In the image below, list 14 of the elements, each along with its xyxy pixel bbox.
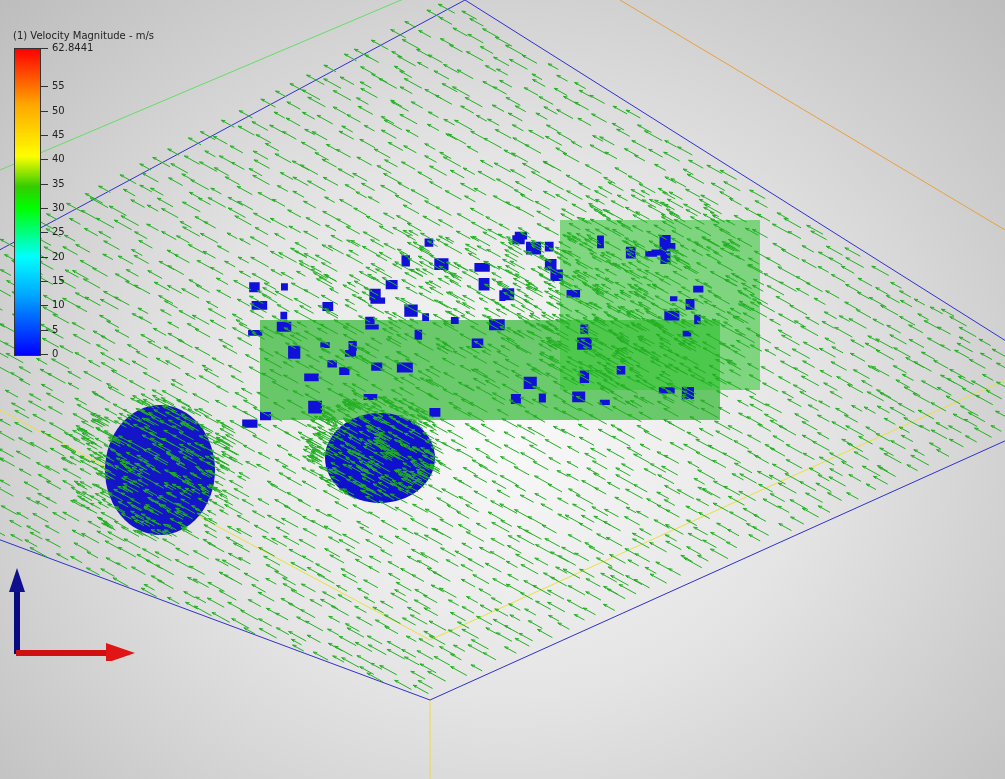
- scale-tick-label: 45: [41, 129, 65, 140]
- scale-tick-label: 50: [41, 105, 65, 116]
- legend-title: (1) Velocity Magnitude - m/s: [13, 30, 154, 41]
- scale-tick-label: 20: [41, 251, 65, 262]
- scale-tick-label: 15: [41, 275, 65, 286]
- scale-tick-label: 40: [41, 154, 65, 165]
- scale-max-label: 62.8441: [41, 43, 94, 53]
- scale-tick-label: 35: [41, 178, 65, 189]
- scale-tick-label: 5: [41, 324, 59, 335]
- scale-tick-label: 30: [41, 202, 65, 213]
- scale-tick-label: 55: [41, 81, 65, 92]
- scale-tick-label: 10: [41, 300, 65, 311]
- scale-tick-label: 0: [41, 349, 59, 359]
- scale-tick-label: 25: [41, 227, 65, 238]
